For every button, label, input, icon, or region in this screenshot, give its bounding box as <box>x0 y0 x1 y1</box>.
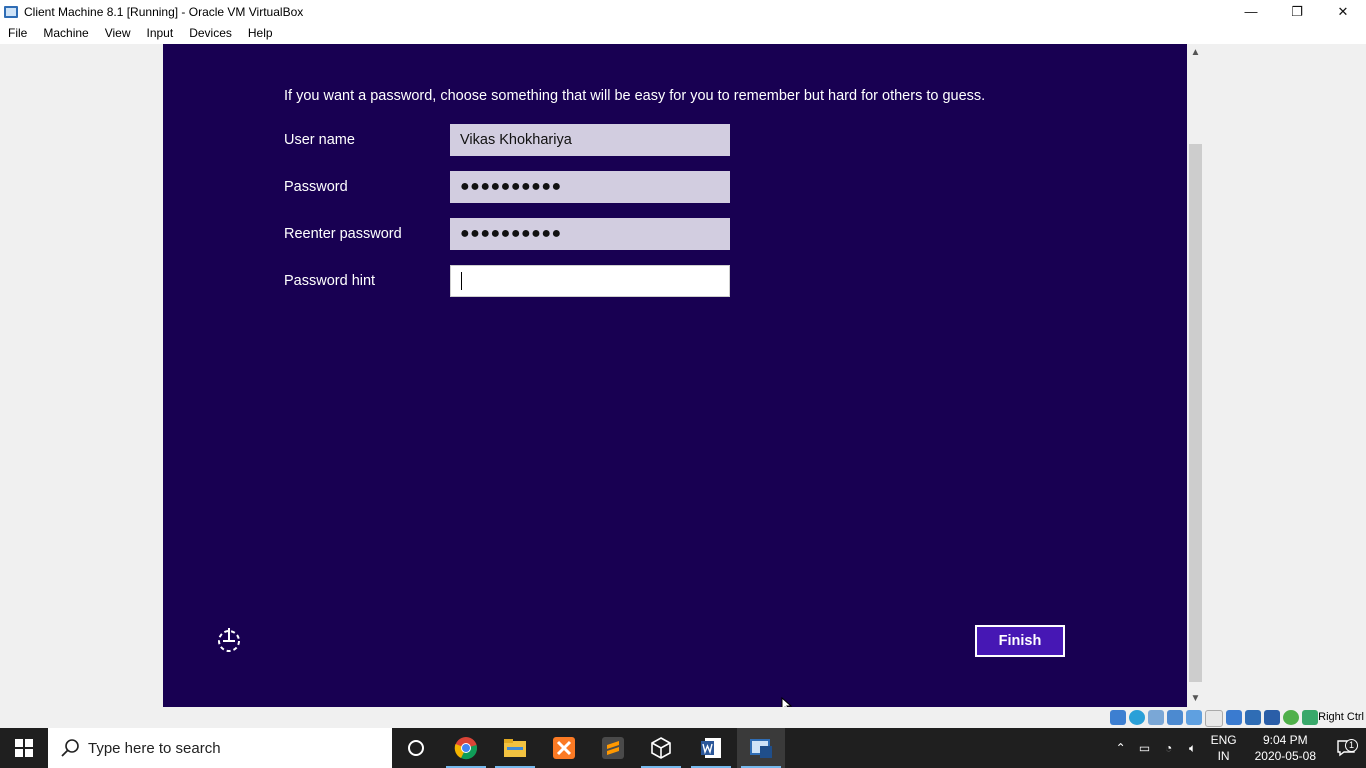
display-status-icon[interactable] <box>1226 710 1242 725</box>
password-hint-label: Password hint <box>284 273 376 289</box>
taskbar-word[interactable] <box>687 728 735 768</box>
optical-drive-status-icon[interactable] <box>1129 710 1145 725</box>
taskbar-sublime-text[interactable] <box>589 728 637 768</box>
xampp-icon <box>553 737 575 759</box>
text-caret <box>461 272 462 290</box>
notification-count-badge: 1 <box>1345 739 1358 752</box>
taskbar-search-box[interactable]: Type here to search <box>48 728 392 768</box>
hard-disk-status-icon[interactable] <box>1110 710 1126 725</box>
menu-machine[interactable]: Machine <box>35 23 96 44</box>
taskbar-vm-window[interactable] <box>737 728 785 768</box>
close-button[interactable]: ✕ <box>1320 0 1366 23</box>
menu-input[interactable]: Input <box>139 23 182 44</box>
clock-date: 2020-05-08 <box>1254 749 1316 763</box>
vm-display-area: If you want a password, choose something… <box>0 44 1366 707</box>
vm-window-icon <box>750 739 772 758</box>
language-indicator[interactable]: ENG IN <box>1211 732 1237 764</box>
chrome-icon <box>454 737 477 760</box>
finish-button[interactable]: Finish <box>975 625 1065 657</box>
search-icon <box>61 739 79 757</box>
sublime-text-icon <box>602 737 624 759</box>
password-label: Password <box>284 179 348 195</box>
mouse-integration-status-icon[interactable] <box>1283 710 1299 725</box>
menu-devices[interactable]: Devices <box>181 23 240 44</box>
host-key-label: Right Ctrl <box>1318 711 1364 723</box>
vertical-scrollbar[interactable]: ▲ ▼ <box>1187 44 1204 707</box>
vm-screen[interactable]: If you want a password, choose something… <box>163 44 1187 707</box>
search-placeholder: Type here to search <box>88 739 221 757</box>
restore-button[interactable]: ❐ <box>1274 0 1320 23</box>
clock-time: 9:04 PM <box>1262 733 1308 747</box>
usb-status-icon[interactable] <box>1186 710 1202 725</box>
network-status-icon[interactable] <box>1167 710 1183 725</box>
password-input[interactable]: ●●●●●●●●●● <box>450 171 730 203</box>
reenter-password-label: Reenter password <box>284 226 402 242</box>
window-title: Client Machine 8.1 [Running] - Oracle VM… <box>24 4 304 19</box>
password-hint-input[interactable] <box>450 265 730 297</box>
scroll-thumb[interactable] <box>1189 144 1202 682</box>
menu-view[interactable]: View <box>97 23 139 44</box>
language-code: ENG <box>1210 733 1237 747</box>
taskbar-xampp[interactable] <box>540 728 588 768</box>
scroll-down-arrow-icon[interactable]: ▼ <box>1187 690 1204 707</box>
system-tray: ⌃ ▭ ◔ 🔈︎ ENG IN 9:04 PM 2020-05-08 1 <box>1109 728 1366 768</box>
audio-status-icon[interactable] <box>1148 710 1164 725</box>
menu-bar: File Machine View Input Devices Help <box>0 23 1366 44</box>
virtualbox-cube-icon <box>651 737 671 759</box>
taskbar-file-explorer[interactable] <box>491 728 539 768</box>
video-capture-status-icon[interactable] <box>1245 710 1261 725</box>
user-name-label: User name <box>284 132 355 148</box>
menu-help[interactable]: Help <box>240 23 281 44</box>
start-button[interactable] <box>0 728 48 768</box>
folder-icon <box>504 739 526 757</box>
keyboard-status-icon[interactable] <box>1302 710 1318 725</box>
cortana-icon <box>408 740 424 756</box>
show-hidden-icons-chevron-icon[interactable]: ⌃ <box>1109 741 1133 755</box>
windows-taskbar: Type here to search ⌃ ▭ ◔ 🔈︎ ENG IN 9:04… <box>0 728 1366 768</box>
menu-file[interactable]: File <box>0 23 35 44</box>
taskbar-chrome[interactable] <box>442 728 490 768</box>
password-intro-text: If you want a password, choose something… <box>284 88 986 104</box>
minimize-button[interactable]: — <box>1228 0 1274 23</box>
window-title-bar: Client Machine 8.1 [Running] - Oracle VM… <box>0 0 1366 23</box>
taskbar-clock[interactable]: 9:04 PM 2020-05-08 <box>1255 732 1316 764</box>
shared-folders-status-icon[interactable] <box>1205 710 1223 727</box>
windows-logo-icon <box>15 739 33 757</box>
word-icon <box>701 738 721 758</box>
battery-icon[interactable]: ▭ <box>1133 741 1157 755</box>
virtualbox-app-icon <box>4 5 18 18</box>
action-center-button[interactable]: 1 <box>1326 738 1366 758</box>
user-name-input[interactable]: Vikas Khokhariya <box>450 124 730 156</box>
taskbar-virtualbox-manager[interactable] <box>637 728 685 768</box>
vm-status-bar: Right Ctrl <box>0 707 1366 728</box>
virtualization-status-icon[interactable] <box>1264 710 1280 725</box>
cortana-button[interactable] <box>392 728 440 768</box>
volume-icon[interactable]: 🔈︎ <box>1181 741 1205 756</box>
reenter-password-input[interactable]: ●●●●●●●●●● <box>450 218 730 250</box>
region-code: IN <box>1217 749 1230 763</box>
ease-of-access-icon[interactable] <box>215 626 243 654</box>
scroll-up-arrow-icon[interactable]: ▲ <box>1187 44 1204 61</box>
wifi-icon[interactable]: ◔ <box>1157 741 1181 755</box>
